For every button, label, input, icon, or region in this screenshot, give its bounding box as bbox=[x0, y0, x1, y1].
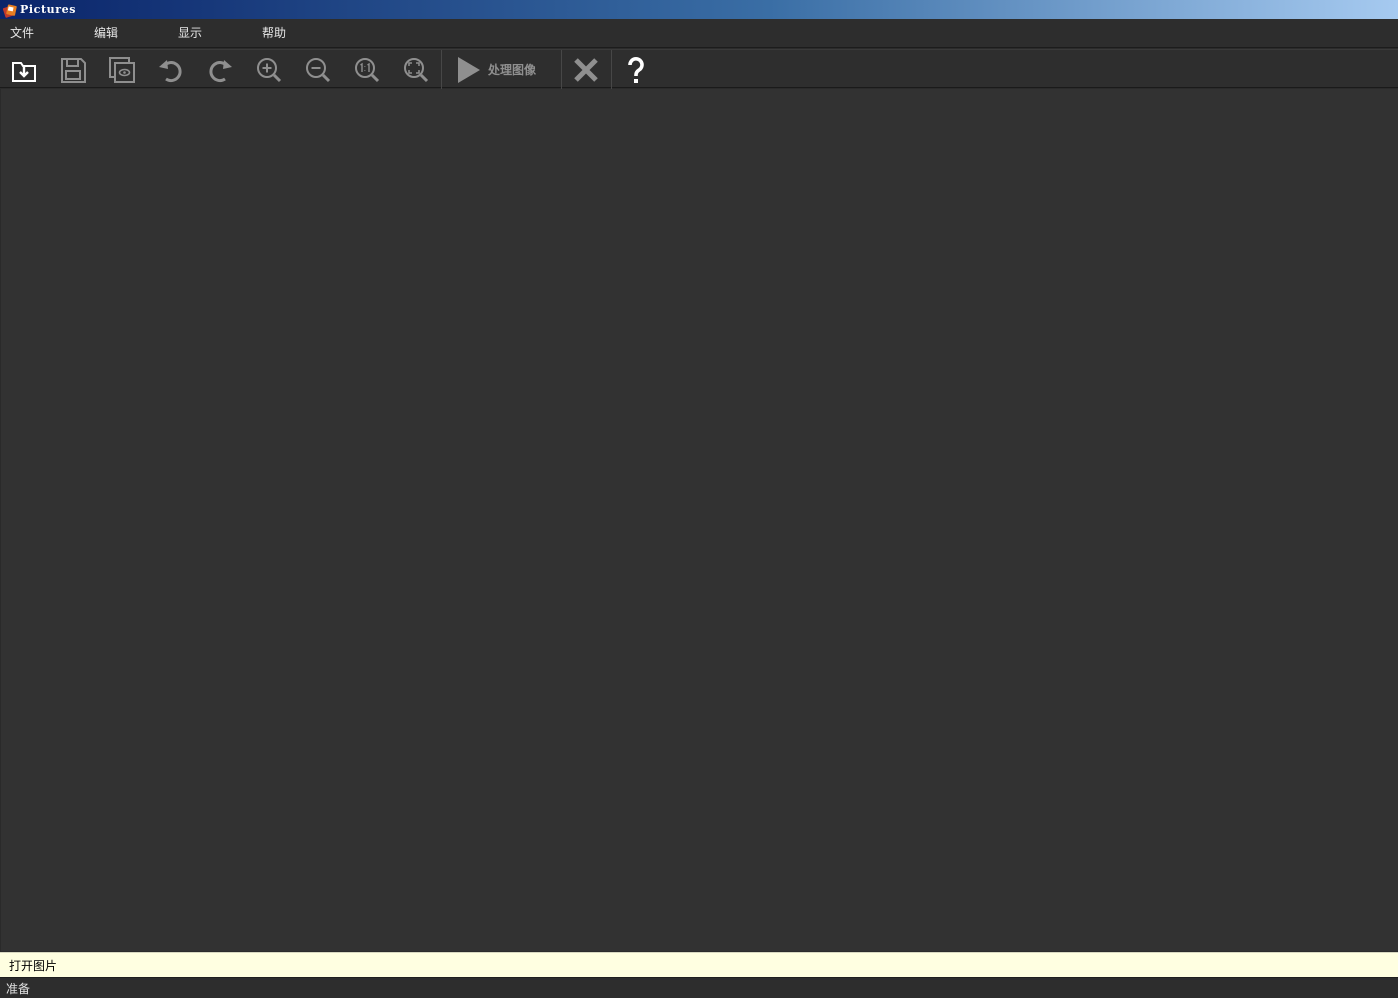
close-image-button[interactable] bbox=[568, 53, 604, 86]
window-title: Pictures bbox=[20, 3, 77, 16]
zoom-out-icon bbox=[306, 57, 331, 82]
toolbar-separator bbox=[561, 50, 562, 89]
close-icon bbox=[574, 57, 598, 82]
hint-text: 打开图片 bbox=[9, 959, 58, 973]
image-canvas[interactable] bbox=[0, 89, 1398, 951]
open-image-button[interactable] bbox=[6, 53, 42, 86]
help-button[interactable] bbox=[618, 53, 654, 86]
menu-view[interactable]: 显示 bbox=[178, 24, 202, 42]
status-bar: 准备 bbox=[0, 977, 1398, 998]
title-bar: Pictures bbox=[0, 0, 1398, 19]
zoom-in-icon bbox=[257, 57, 282, 82]
process-image-button[interactable]: 处理图像 bbox=[442, 50, 561, 89]
save-button[interactable] bbox=[55, 53, 91, 86]
zoom-out-button[interactable] bbox=[300, 53, 336, 86]
save-icon bbox=[61, 57, 86, 83]
menu-edit[interactable]: 编辑 bbox=[94, 24, 118, 42]
redo-button[interactable] bbox=[202, 53, 238, 86]
fit-window-icon bbox=[404, 57, 429, 82]
play-icon bbox=[458, 56, 480, 83]
zoom-in-button[interactable] bbox=[251, 53, 287, 86]
toolbar: 处理图像 bbox=[0, 49, 1398, 89]
menu-bar: 文件 编辑 显示 帮助 bbox=[0, 19, 1398, 48]
preview-icon bbox=[109, 56, 135, 83]
status-text: 准备 bbox=[6, 982, 31, 996]
app-icon bbox=[2, 3, 17, 18]
preview-button[interactable] bbox=[104, 53, 140, 86]
actual-size-icon bbox=[355, 57, 380, 82]
menu-file[interactable]: 文件 bbox=[10, 24, 34, 42]
actual-size-button[interactable] bbox=[349, 53, 385, 86]
fit-window-button[interactable] bbox=[398, 53, 434, 86]
undo-button[interactable] bbox=[153, 53, 189, 86]
menu-help[interactable]: 帮助 bbox=[262, 24, 286, 42]
toolbar-separator bbox=[611, 50, 612, 89]
help-icon bbox=[628, 56, 644, 83]
hint-bar: 打开图片 bbox=[0, 952, 1398, 977]
open-image-icon bbox=[12, 61, 36, 82]
redo-icon bbox=[209, 59, 232, 82]
process-image-label: 处理图像 bbox=[488, 63, 537, 77]
undo-icon bbox=[159, 59, 182, 82]
